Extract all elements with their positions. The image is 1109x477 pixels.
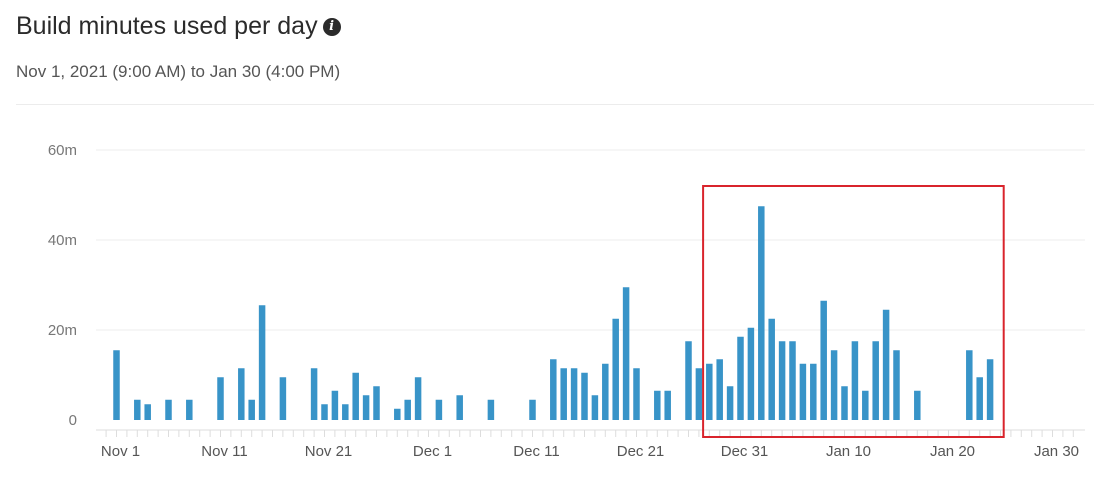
bar: [362, 395, 370, 420]
bar: [872, 341, 879, 420]
bar: [414, 377, 422, 420]
bar: [685, 341, 692, 420]
bar: [966, 350, 973, 420]
bar: [165, 399, 172, 420]
bar: [560, 368, 567, 420]
bar: [487, 399, 495, 420]
x-tick-label: Jan 20: [930, 443, 975, 460]
bar: [279, 377, 287, 420]
x-tick-label: Jan 30: [1034, 443, 1079, 460]
y-tick-label: 40m: [48, 232, 77, 249]
x-tick-label: Nov 21: [305, 443, 353, 460]
bar: [238, 368, 245, 420]
bar: [706, 363, 713, 420]
x-tick-label: Nov 1: [101, 443, 140, 460]
bar: [893, 350, 900, 420]
bar: [862, 390, 869, 420]
bar: [550, 359, 557, 420]
bar: [321, 404, 328, 420]
bar: [622, 287, 630, 420]
bar: [716, 359, 723, 420]
bar: [654, 390, 661, 420]
bar: [695, 368, 703, 420]
bar: [352, 372, 359, 420]
bar: [570, 368, 578, 420]
x-tick-label: Dec 1: [413, 443, 452, 460]
bar: [726, 386, 734, 420]
y-tick-label: 60m: [48, 142, 77, 159]
bar: [612, 318, 619, 420]
bar: [342, 404, 349, 420]
x-tick-label: Dec 31: [721, 443, 769, 460]
bar: [248, 399, 255, 420]
y-tick-label: 20m: [48, 322, 77, 339]
bar: [404, 399, 411, 420]
bar: [830, 350, 838, 420]
bar: [758, 206, 765, 420]
bar: [310, 368, 318, 420]
bar: [810, 363, 817, 420]
bar: [778, 341, 786, 420]
bar: [820, 300, 827, 420]
bar: [664, 390, 671, 420]
bar: [799, 363, 807, 420]
bar: [602, 363, 609, 420]
x-tick-label: Dec 11: [513, 443, 559, 460]
bar: [986, 359, 994, 420]
bar: [851, 341, 859, 420]
bar: [976, 377, 983, 420]
bar: [258, 305, 266, 420]
bar: [841, 386, 848, 420]
bar: [768, 318, 775, 420]
bar: [789, 341, 796, 420]
bar: [394, 408, 401, 420]
bar: [217, 377, 224, 420]
bar-chart: 0 20m 40m 60m Nov 1 Nov 11 Nov 21 Dec 1 Dec 11 De…: [48, 142, 1085, 460]
x-tick-label: Nov 11: [201, 443, 247, 460]
bar: [747, 327, 755, 420]
bar: [113, 350, 120, 420]
bar: [914, 390, 921, 420]
bar: [882, 309, 890, 420]
bar: [331, 390, 339, 420]
bar: [633, 368, 640, 420]
bar: [186, 399, 193, 420]
bar: [581, 372, 588, 420]
bar: [456, 395, 463, 420]
bar: [737, 336, 744, 420]
bar: [144, 404, 151, 420]
x-tick-label: Jan 10: [826, 443, 871, 460]
bar: [435, 399, 443, 420]
y-tick-label: 0: [69, 412, 77, 429]
bar: [529, 399, 536, 420]
bar: [134, 399, 141, 420]
x-tick-label: Dec 21: [617, 443, 665, 460]
bar: [591, 395, 599, 420]
bar: [373, 386, 380, 420]
